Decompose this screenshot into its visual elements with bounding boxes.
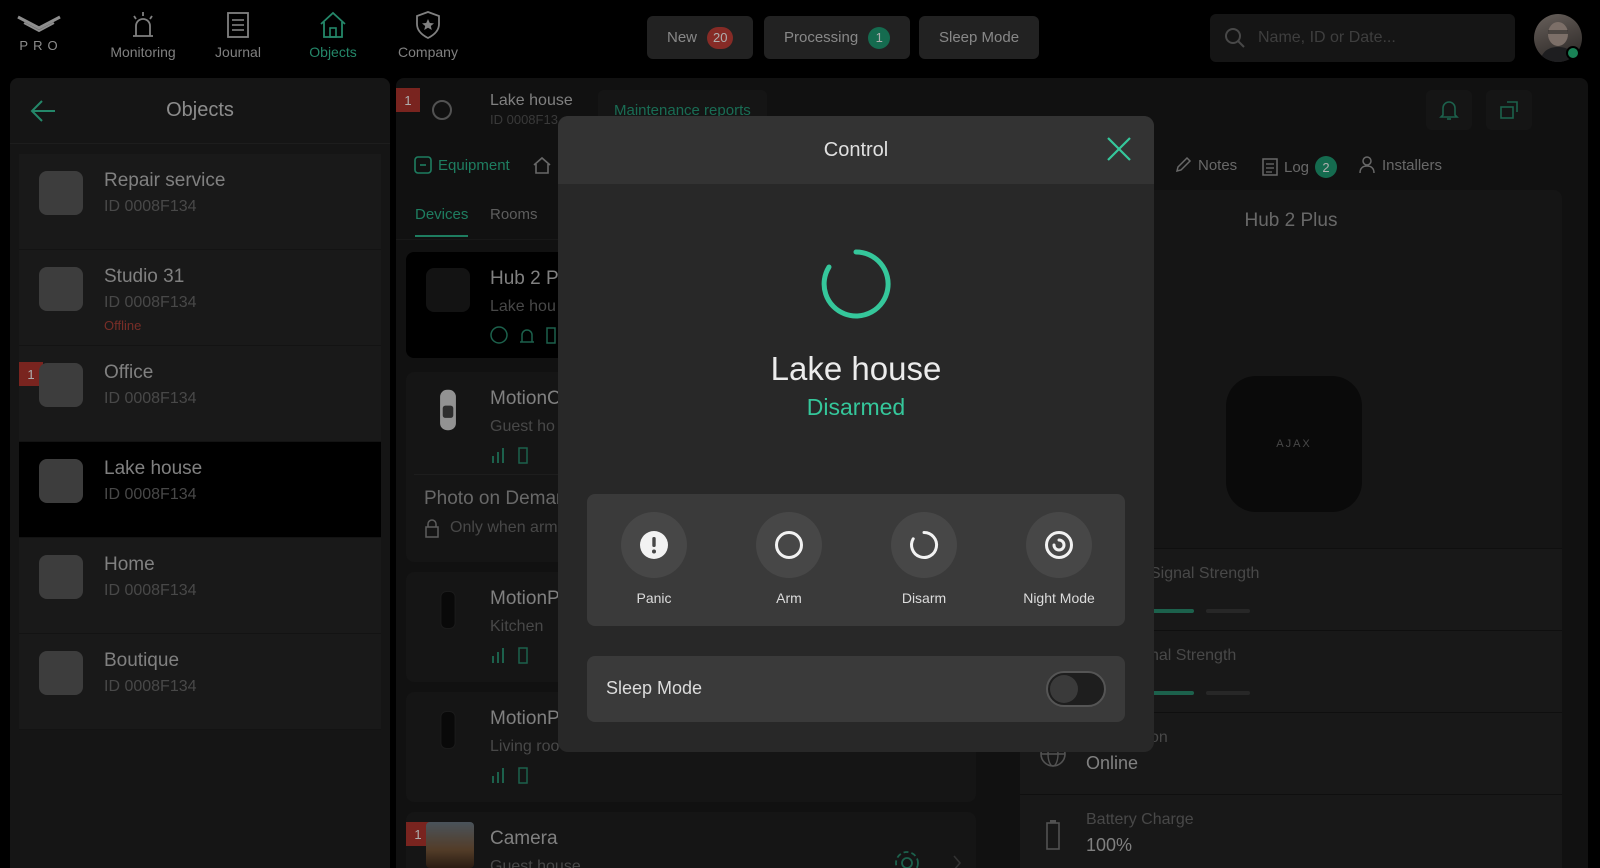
night-mode-label: Night Mode <box>1023 590 1095 606</box>
disarm-button[interactable]: Disarm <box>869 512 979 606</box>
ring-icon <box>775 531 803 559</box>
arm-button-circle <box>756 512 822 578</box>
loading-spinner-icon <box>821 249 891 319</box>
panic-label: Panic <box>636 590 672 606</box>
control-dialog-header: Control <box>558 116 1154 184</box>
control-dialog-title: Control <box>823 138 889 161</box>
toggle-knob <box>1050 675 1078 703</box>
disarm-button-circle <box>891 512 957 578</box>
partial-ring-icon <box>910 530 939 559</box>
arm-label: Arm <box>776 590 802 606</box>
arm-button[interactable]: Arm <box>734 512 844 606</box>
control-object-name: Lake house <box>770 350 942 387</box>
close-icon[interactable] <box>1104 134 1134 164</box>
disarm-label: Disarm <box>901 590 947 606</box>
sleep-mode-row: Sleep Mode <box>587 656 1125 722</box>
exclamation-icon <box>640 531 668 559</box>
panic-button[interactable]: Panic <box>599 512 709 606</box>
sleep-mode-label: Sleep Mode <box>606 678 703 698</box>
security-actions: Panic Arm Disarm Night Mode <box>587 494 1125 626</box>
control-dialog: Control Lake house Disarmed Panic Arm Di… <box>558 116 1154 752</box>
moon-ring-icon <box>1045 531 1073 559</box>
night-mode-button[interactable]: Night Mode <box>1004 512 1114 606</box>
night-mode-button-circle <box>1026 512 1092 578</box>
security-state: Disarmed <box>806 394 906 420</box>
panic-button-circle <box>621 512 687 578</box>
sleep-mode-toggle[interactable] <box>1046 671 1106 707</box>
